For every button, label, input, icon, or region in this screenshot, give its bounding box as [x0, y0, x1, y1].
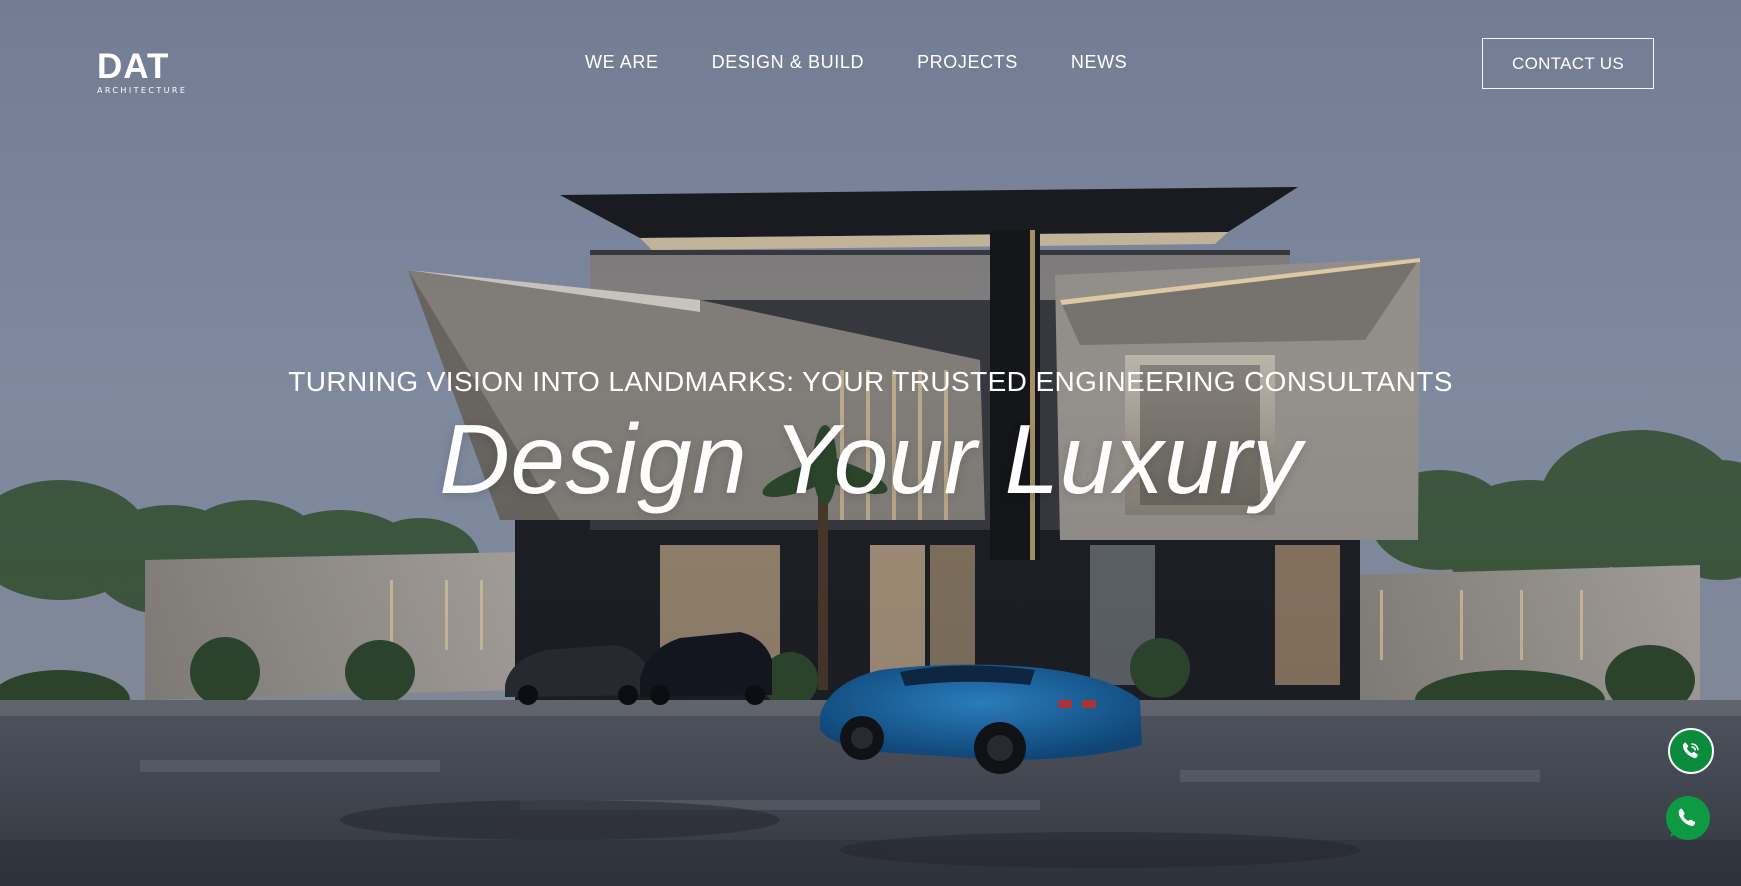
nav-we-are[interactable]: WE ARE — [585, 50, 659, 74]
main-nav: WE ARE DESIGN & BUILD PROJECTS NEWS — [585, 50, 1127, 74]
hero-headline: Design Your Luxury — [439, 404, 1302, 514]
contact-us-button[interactable]: CONTACT US — [1482, 38, 1654, 89]
logo[interactable]: DAT ARCHITECTURE — [97, 47, 207, 100]
nav-projects[interactable]: PROJECTS — [917, 50, 1018, 74]
whatsapp-icon — [1667, 798, 1706, 837]
page: DAT ARCHITECTURE WE ARE DESIGN & BUILD P… — [0, 0, 1741, 886]
phone-call-icon — [1682, 742, 1699, 759]
call-button[interactable] — [1668, 728, 1714, 774]
site-header: DAT ARCHITECTURE WE ARE DESIGN & BUILD P… — [0, 0, 1741, 130]
nav-news[interactable]: NEWS — [1071, 50, 1127, 74]
logo-subtitle: ARCHITECTURE — [97, 86, 188, 95]
whatsapp-button[interactable] — [1666, 796, 1710, 840]
logo-mark: DAT — [97, 47, 170, 86]
hero-tagline: TURNING VISION INTO LANDMARKS: YOUR TRUS… — [288, 366, 1453, 397]
nav-design-build[interactable]: DESIGN & BUILD — [712, 50, 864, 74]
